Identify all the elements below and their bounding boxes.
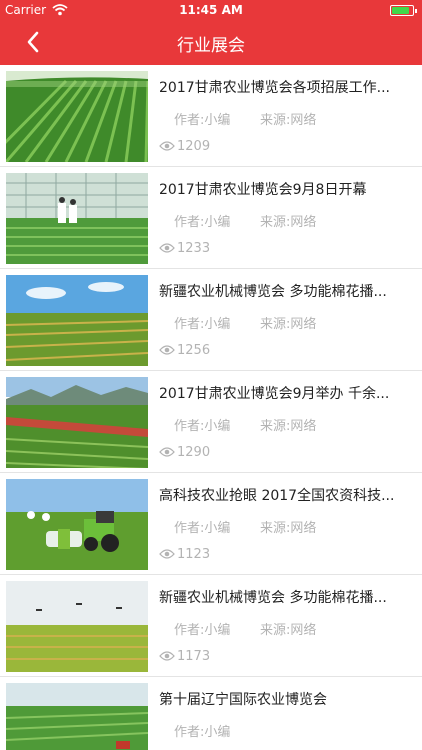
eye-icon [159, 344, 175, 360]
article-view-count: 1173 [177, 649, 211, 664]
article-thumbnail [6, 275, 148, 366]
article-source: 来源:网络 [260, 623, 317, 638]
article-view-count: 1290 [177, 445, 211, 460]
nav-bar: 行业展会 [0, 20, 422, 65]
article-author: 作者:小编 [174, 419, 231, 434]
article-item[interactable]: 2017甘肃农业博览会9月8日开幕 作者:小编 来源:网络 1233 [0, 167, 422, 269]
eye-icon [159, 140, 175, 156]
article-thumbnail [6, 377, 148, 468]
article-views: 1233 [159, 241, 210, 258]
article-item[interactable]: 2017甘肃农业博览会9月举办 千余... 作者:小编 来源:网络 1290 [0, 371, 422, 473]
article-list: 2017甘肃农业博览会各项招展工作... 作者:小编 来源:网络 1209 20… [0, 65, 422, 750]
article-title: 2017甘肃农业博览会各项招展工作... [159, 80, 390, 96]
article-views: 1256 [159, 343, 210, 360]
article-views: 1123 [159, 547, 210, 564]
article-views: 1209 [159, 139, 210, 156]
eye-icon [159, 446, 175, 462]
article-item[interactable]: 第十届辽宁国际农业博览会 作者:小编 [0, 677, 422, 750]
article-view-count: 1209 [177, 139, 211, 154]
article-author: 作者:小编 [174, 317, 231, 332]
article-author: 作者:小编 [174, 113, 231, 128]
article-title: 第十届辽宁国际农业博览会 [159, 692, 327, 708]
article-thumbnail [6, 71, 148, 162]
eye-icon [159, 548, 175, 564]
article-source: 来源:网络 [260, 521, 317, 536]
article-source: 来源:网络 [260, 419, 317, 434]
article-view-count: 1256 [177, 343, 211, 358]
battery-icon [390, 5, 417, 16]
article-author: 作者:小编 [174, 521, 231, 536]
article-source: 来源:网络 [260, 317, 317, 332]
article-title: 高科技农业抢眼 2017全国农资科技... [159, 488, 395, 504]
article-source: 来源:网络 [260, 113, 317, 128]
status-bar: Carrier 11:45 AM [0, 0, 422, 20]
article-thumbnail [6, 479, 148, 570]
article-title: 2017甘肃农业博览会9月8日开幕 [159, 182, 367, 198]
article-item[interactable]: 2017甘肃农业博览会各项招展工作... 作者:小编 来源:网络 1209 [0, 65, 422, 167]
article-item[interactable]: 新疆农业机械博览会 多功能棉花播... 作者:小编 来源:网络 1256 [0, 269, 422, 371]
article-views: 1173 [159, 649, 210, 666]
eye-icon [159, 242, 175, 258]
article-thumbnail [6, 581, 148, 672]
article-author: 作者:小编 [174, 725, 231, 740]
page-title: 行业展会 [177, 36, 245, 56]
article-views: 1290 [159, 445, 210, 462]
article-view-count: 1233 [177, 241, 211, 256]
article-title: 2017甘肃农业博览会9月举办 千余... [159, 386, 390, 402]
status-time: 11:45 AM [179, 3, 243, 17]
eye-icon [159, 650, 175, 666]
article-item[interactable]: 高科技农业抢眼 2017全国农资科技... 作者:小编 来源:网络 1123 [0, 473, 422, 575]
article-author: 作者:小编 [174, 215, 231, 230]
article-thumbnail [6, 173, 148, 264]
battery-nub [415, 9, 417, 13]
article-source: 来源:网络 [260, 215, 317, 230]
article-view-count: 1123 [177, 547, 211, 562]
article-thumbnail [6, 683, 148, 750]
article-item[interactable]: 新疆农业机械博览会 多功能棉花播... 作者:小编 来源:网络 1173 [0, 575, 422, 677]
article-author: 作者:小编 [174, 623, 231, 638]
article-title: 新疆农业机械博览会 多功能棉花播... [159, 284, 387, 300]
battery-level [392, 7, 409, 14]
article-title: 新疆农业机械博览会 多功能棉花播... [159, 590, 387, 606]
